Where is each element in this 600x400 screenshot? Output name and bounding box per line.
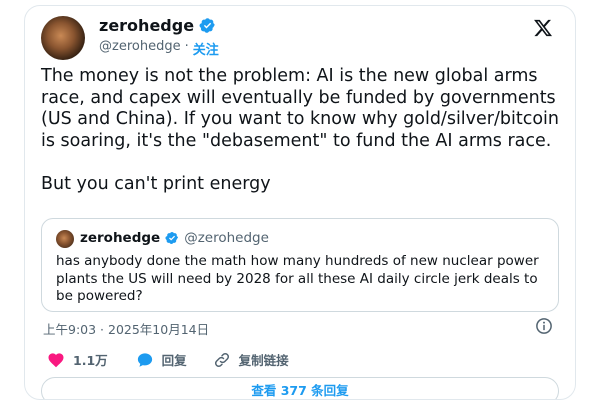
reply-label: 回复 <box>161 353 187 368</box>
copy-link-button[interactable]: 复制链接 <box>213 350 289 369</box>
post-text: The money is not the problem: AI is the … <box>41 66 560 194</box>
quoted-text: has anybody done the math how many hundr… <box>56 253 539 304</box>
quoted-avatar <box>56 230 74 248</box>
action-bar: 1.1万 回复 复制链接 <box>47 350 289 369</box>
avatar[interactable] <box>41 16 85 60</box>
info-icon[interactable] <box>535 317 553 335</box>
quoted-post[interactable]: zerohedge @zerohedge has anybody done th… <box>41 218 559 312</box>
reply-button[interactable]: 回复 <box>136 350 187 369</box>
author-handle[interactable]: @zerohedge <box>99 39 181 58</box>
heart-icon <box>48 352 64 367</box>
x-logo-icon[interactable] <box>533 18 553 38</box>
like-count: 1.1万 <box>73 353 108 368</box>
quoted-author-handle: @zerohedge <box>184 230 269 246</box>
copy-link-label: 复制链接 <box>238 353 289 368</box>
quoted-header: zerohedge @zerohedge <box>80 230 269 246</box>
reply-bubble-icon <box>137 352 152 367</box>
separator: · <box>184 39 189 54</box>
quoted-author-name: zerohedge <box>80 230 161 246</box>
verified-badge-icon <box>199 18 215 33</box>
author-name[interactable]: zerohedge <box>99 16 194 35</box>
tweet-card: zerohedge @zerohedge · 关注 The money is n… <box>24 5 576 400</box>
author-name-row: zerohedge <box>99 16 216 35</box>
author-handle-row: @zerohedge · 关注 <box>99 39 219 58</box>
link-icon <box>214 352 229 367</box>
follow-button[interactable]: 关注 <box>193 39 219 58</box>
like-button[interactable]: 1.1万 <box>47 350 108 369</box>
view-replies-button[interactable]: 查看 377 条回复 <box>41 377 559 399</box>
post-timestamp[interactable]: 上午9:03 · 2025年10月14日 <box>43 319 209 338</box>
quoted-verified-badge-icon <box>165 232 179 244</box>
